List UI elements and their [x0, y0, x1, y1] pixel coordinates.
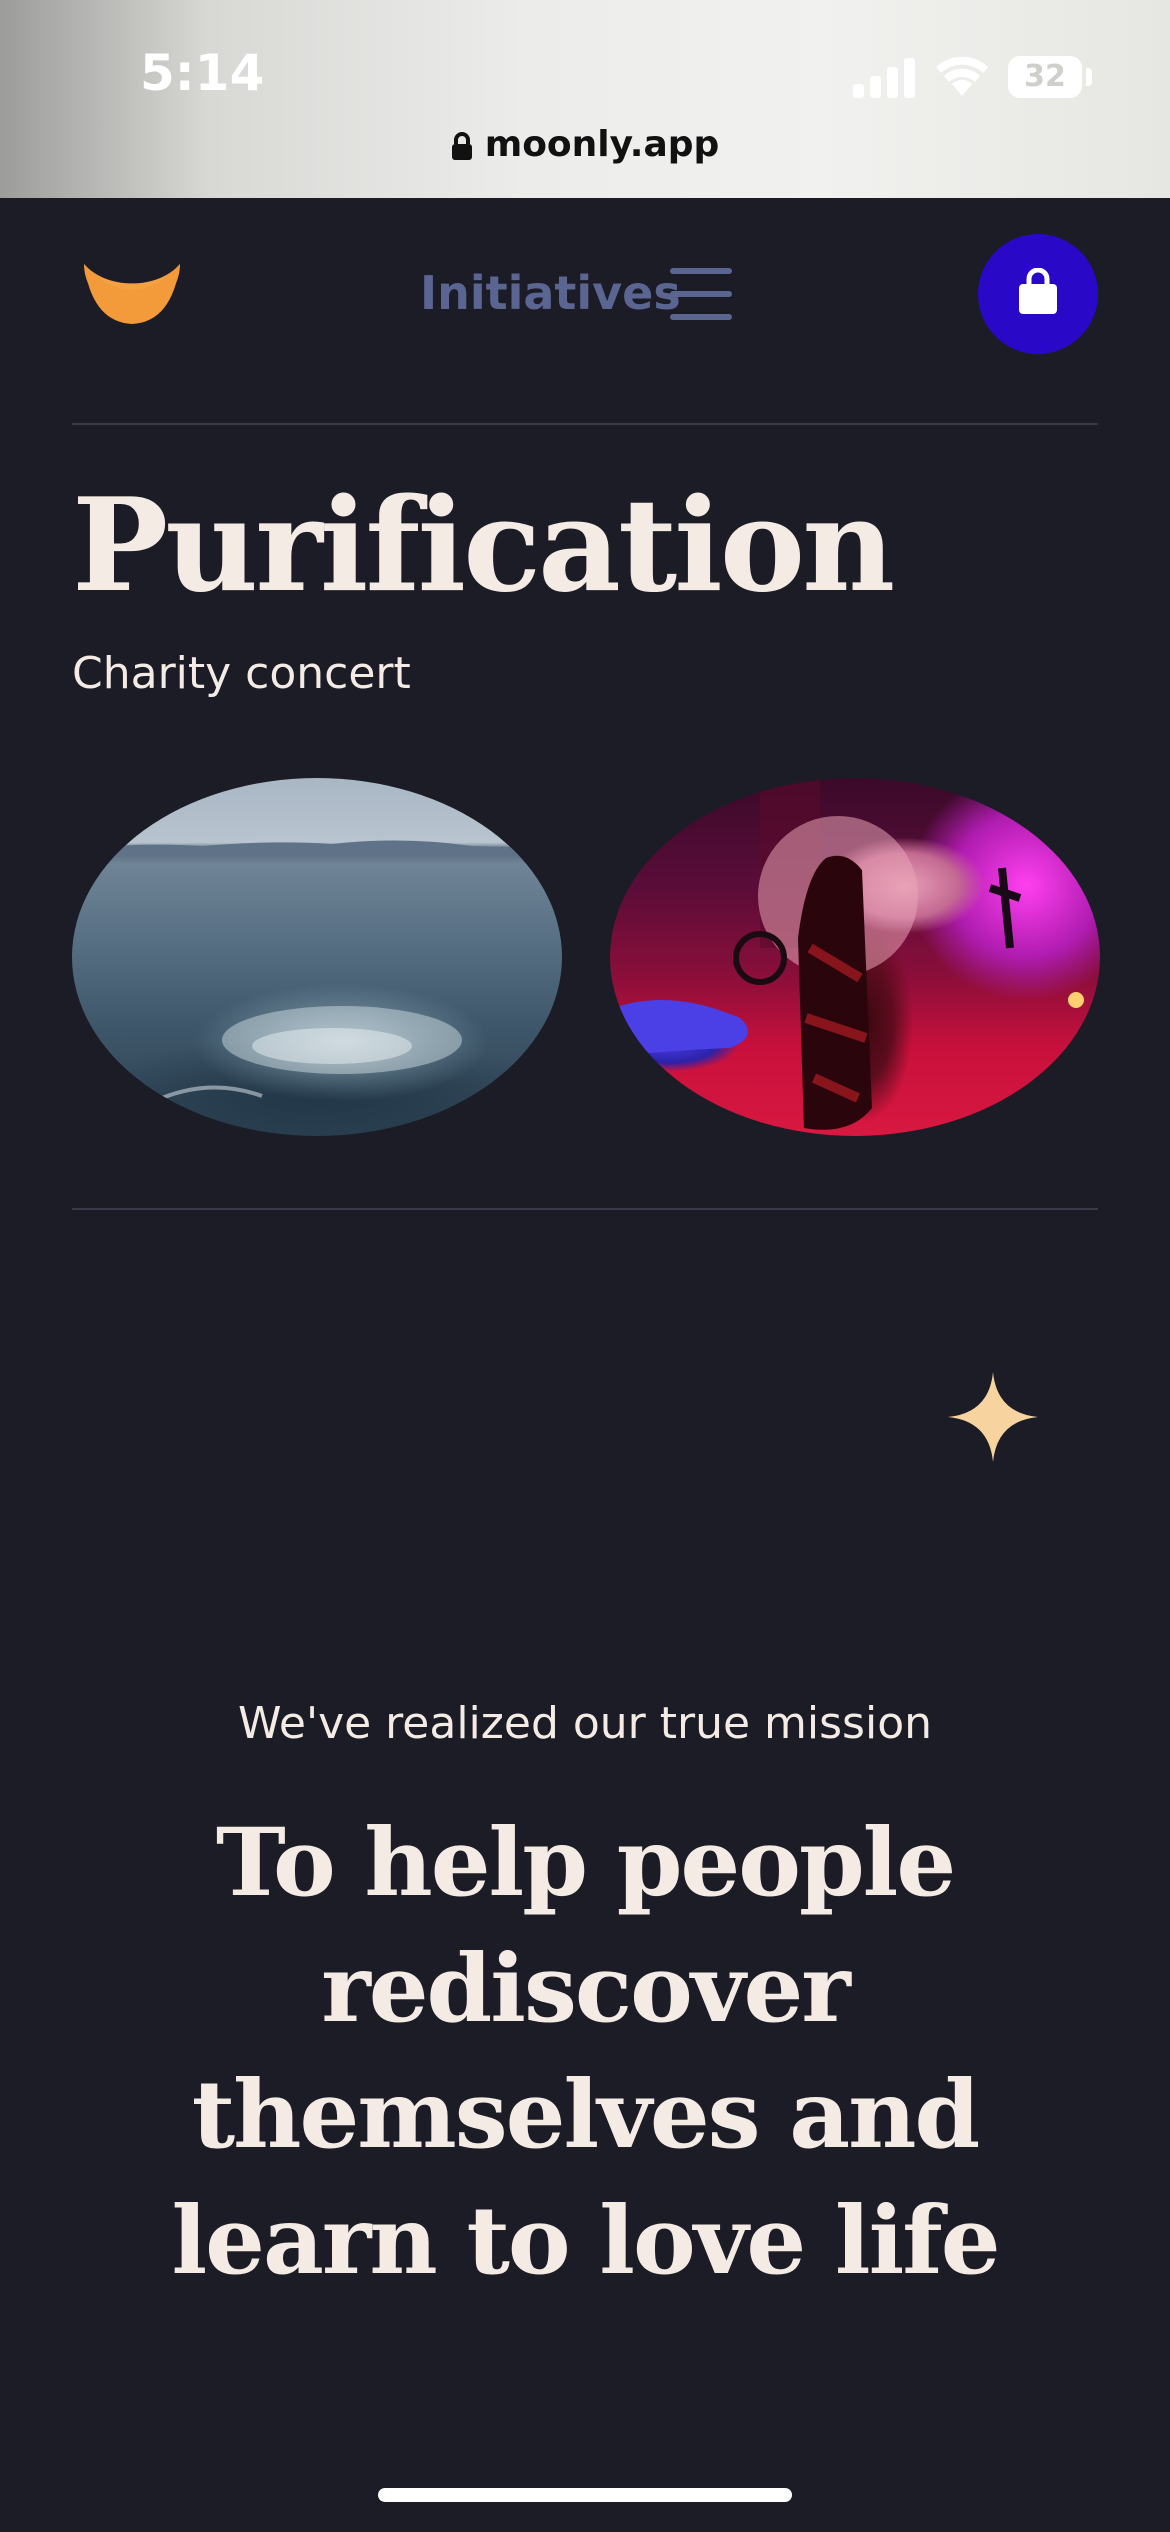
lock-icon [451, 132, 472, 160]
header-divider [72, 423, 1098, 425]
crescent-moon-icon[interactable] [82, 256, 182, 328]
cart-button[interactable] [978, 234, 1098, 354]
mission-statement: To help people rediscover themselves and… [171, 1808, 1000, 2296]
nav-initiatives[interactable]: Initiatives [420, 266, 681, 320]
url-text: moonly.app [484, 124, 720, 165]
sea-photo [72, 778, 562, 1136]
status-time: 5:14 [140, 44, 265, 102]
sparkle-icon [948, 1372, 1038, 1462]
page-subtitle: Charity concert [72, 648, 411, 699]
url-bar[interactable]: moonly.app [0, 124, 1170, 165]
cellular-signal-icon [853, 56, 915, 98]
section-divider [72, 1208, 1098, 1210]
home-indicator[interactable] [378, 2488, 792, 2502]
battery-icon: 32 [1008, 56, 1082, 98]
shopping-bag-icon [1019, 268, 1057, 314]
wifi-icon [936, 56, 988, 96]
hamburger-menu-icon[interactable] [670, 268, 732, 320]
battery-tip [1086, 68, 1092, 86]
concert-photo-detail [614, 778, 1084, 1130]
mission-eyebrow: We've realized our true mission [237, 1698, 932, 1749]
sea-photo-detail [72, 840, 562, 1100]
concert-photo [610, 778, 1100, 1136]
status-bar: 5:14 32 moonly.app [0, 0, 1170, 198]
page-title: Purification [72, 471, 895, 621]
